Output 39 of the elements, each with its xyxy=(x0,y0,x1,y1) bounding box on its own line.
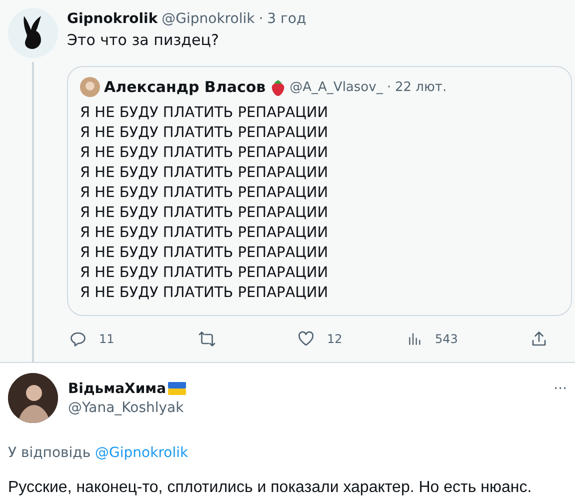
author-handle[interactable]: @Gipnokrolik xyxy=(162,11,255,27)
quote-text-line: Я НЕ БУДУ ПЛАТИТЬ РЕПАРАЦИИ xyxy=(80,284,330,303)
strawberry-icon xyxy=(270,78,286,96)
more-options-button[interactable]: ··· xyxy=(554,381,567,397)
quote-text-line: Я НЕ БУДУ ПЛАТИТЬ РЕПАРАЦИИ xyxy=(80,244,330,263)
reply-to-text: У відповідь @Gipnokrolik xyxy=(8,445,190,461)
tweet-text: Это что за пиздец? xyxy=(67,31,220,49)
quote-text-line: Я НЕ БУДУ ПЛАТИТЬ РЕПАРАЦИИ xyxy=(80,224,330,243)
retweet-icon[interactable] xyxy=(197,330,217,348)
quote-text-line: Я НЕ БУДУ ПЛАТИТЬ РЕПАРАЦИИ xyxy=(80,184,330,203)
quote-text-line: Я НЕ БУДУ ПЛАТИТЬ РЕПАРАЦИИ xyxy=(80,204,330,223)
author-name[interactable]: Gipnokrolik xyxy=(67,11,158,27)
quote-text-line: Я НЕ БУДУ ПЛАТИТЬ РЕПАРАЦИИ xyxy=(80,124,330,143)
quoted-tweet[interactable] xyxy=(67,66,572,316)
separator-dot: · xyxy=(258,11,264,27)
quote-text-line: Я НЕ БУДУ ПЛАТИТЬ РЕПАРАЦИИ xyxy=(80,104,330,123)
action-count: 11 xyxy=(99,332,114,346)
quote-text-line: Я НЕ БУДУ ПЛАТИТЬ РЕПАРАЦИИ xyxy=(80,144,330,163)
flag-icon xyxy=(168,382,186,395)
timestamp[interactable]: 3 год xyxy=(267,11,306,27)
author-handle[interactable]: @A_A_Vlasov_ xyxy=(290,80,383,94)
action-count: 12 xyxy=(327,332,342,346)
avatar[interactable] xyxy=(8,373,58,423)
reply-text: Русские, наконец-то, сплотились и показали характер. Но есть нюанс. xyxy=(8,479,533,497)
person-icon xyxy=(80,77,100,97)
share-icon[interactable] xyxy=(530,330,548,348)
separator-dot: · xyxy=(386,80,391,94)
timestamp[interactable]: 22 лют. xyxy=(394,80,447,94)
reply-icon[interactable] xyxy=(69,330,87,348)
person-icon xyxy=(8,373,58,423)
heart-icon[interactable] xyxy=(297,330,315,348)
avatar[interactable] xyxy=(8,8,58,58)
bar-chart-icon[interactable] xyxy=(407,331,423,347)
author-handle[interactable]: @Yana_Koshlyak xyxy=(68,400,186,416)
author-name[interactable]: ВідьмаХима xyxy=(68,380,166,396)
quote-text-line: Я НЕ БУДУ ПЛАТИТЬ РЕПАРАЦИИ xyxy=(80,264,330,283)
quote-text-line: Я НЕ БУДУ ПЛАТИТЬ РЕПАРАЦИИ xyxy=(80,164,330,183)
action-count: 543 xyxy=(435,332,458,346)
author-name[interactable]: Александр Власов xyxy=(104,78,266,96)
